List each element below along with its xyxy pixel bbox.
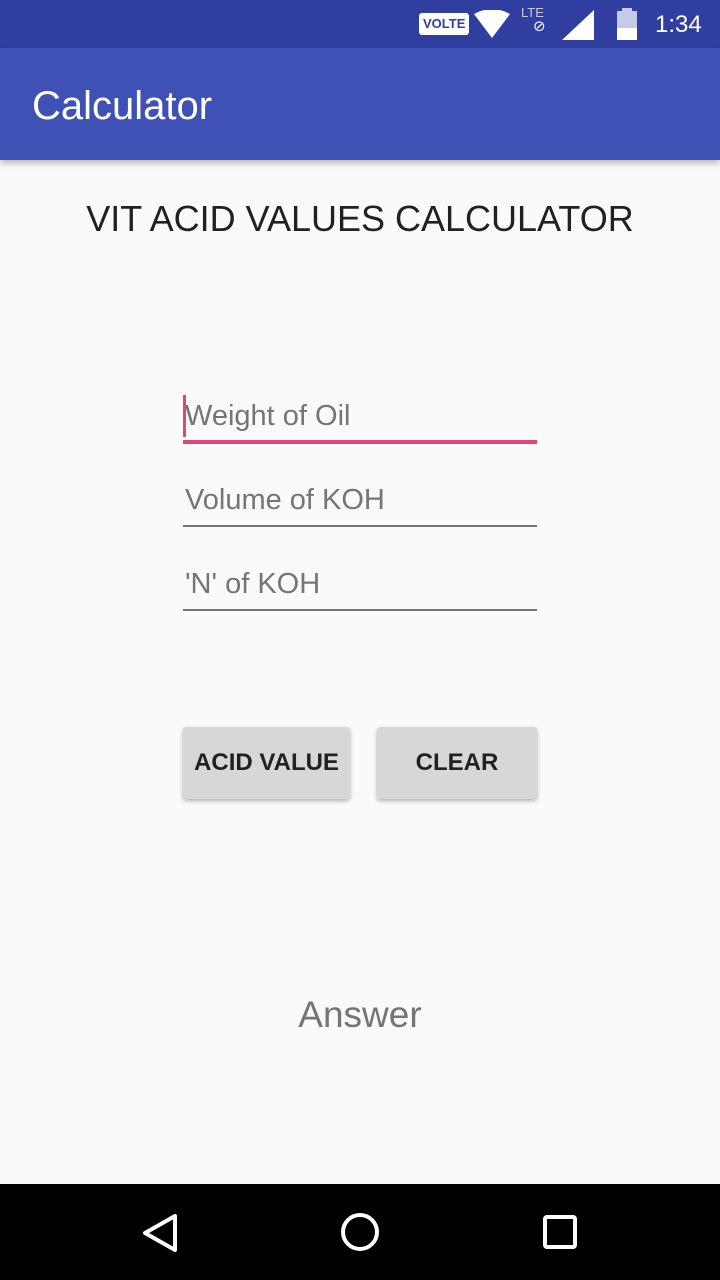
- signal-icon: [562, 10, 596, 45]
- status-clock: 1:34: [655, 11, 702, 38]
- back-icon[interactable]: [141, 1213, 179, 1258]
- recents-icon[interactable]: [543, 1215, 577, 1254]
- volume-of-koh-input[interactable]: [183, 475, 537, 527]
- text-cursor: [183, 395, 186, 437]
- weight-of-oil-input[interactable]: [183, 392, 537, 444]
- navigation-bar: [0, 1184, 720, 1280]
- home-icon[interactable]: [340, 1212, 380, 1257]
- wifi-icon: [474, 9, 510, 43]
- acid-value-button[interactable]: ACID VALUE: [183, 727, 350, 799]
- no-data-icon: ⊘: [533, 18, 546, 35]
- volte-badge: VOLTE: [419, 13, 470, 35]
- clear-button[interactable]: CLEAR: [377, 727, 537, 799]
- page-heading: VIT ACID VALUES CALCULATOR: [86, 198, 634, 239]
- app-title: Calculator: [32, 84, 213, 128]
- app-bar: Calculator: [0, 48, 720, 160]
- battery-icon: [616, 8, 638, 45]
- status-bar: VOLTE LTE ⊘ 1:34: [0, 0, 720, 48]
- answer-text: Answer: [298, 994, 422, 1035]
- normality-of-koh-input[interactable]: [183, 559, 537, 611]
- lte-icon: LTE ⊘: [521, 6, 546, 35]
